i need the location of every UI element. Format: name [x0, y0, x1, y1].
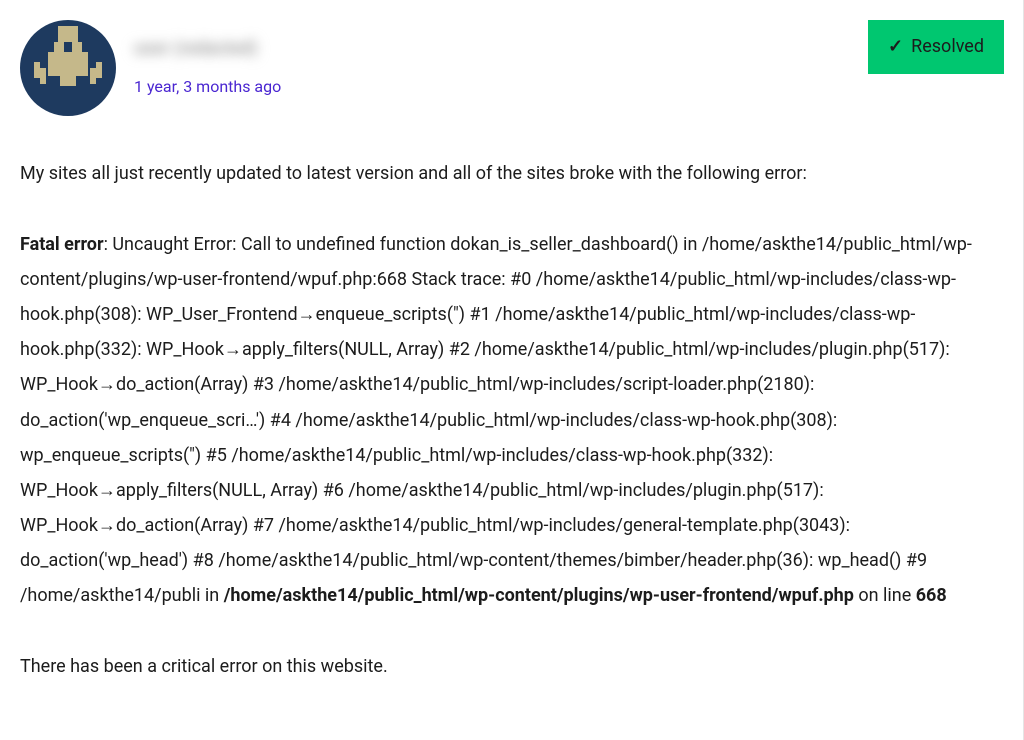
avatar[interactable]	[20, 20, 116, 116]
avatar-image	[20, 20, 116, 116]
post-header: user (redacted) 1 year, 3 months ago ✓ R…	[20, 20, 1004, 116]
resolved-badge: ✓ Resolved	[868, 20, 1004, 74]
post-body: My sites all just recently updated to la…	[20, 156, 1004, 684]
username[interactable]: user (redacted)	[134, 32, 281, 66]
error-trace-text: : Uncaught Error: Call to undefined func…	[20, 234, 972, 606]
error-paragraph: Fatal error: Uncaught Error: Call to und…	[20, 227, 1004, 613]
error-line-number: 668	[916, 585, 947, 606]
error-on-line-text: on line	[854, 585, 916, 606]
fatal-error-label: Fatal error	[20, 234, 104, 255]
intro-paragraph: My sites all just recently updated to la…	[20, 156, 1004, 191]
post-meta: user (redacted) 1 year, 3 months ago	[134, 20, 281, 103]
resolved-label: Resolved	[911, 30, 984, 64]
post-timestamp[interactable]: 1 year, 3 months ago	[134, 72, 281, 102]
critical-error-paragraph: There has been a critical error on this …	[20, 649, 1004, 684]
check-icon: ✓	[888, 30, 903, 64]
error-file-path: /home/askthe14/public_html/wp-content/pl…	[224, 585, 854, 606]
forum-post: user (redacted) 1 year, 3 months ago ✓ R…	[0, 0, 1024, 740]
